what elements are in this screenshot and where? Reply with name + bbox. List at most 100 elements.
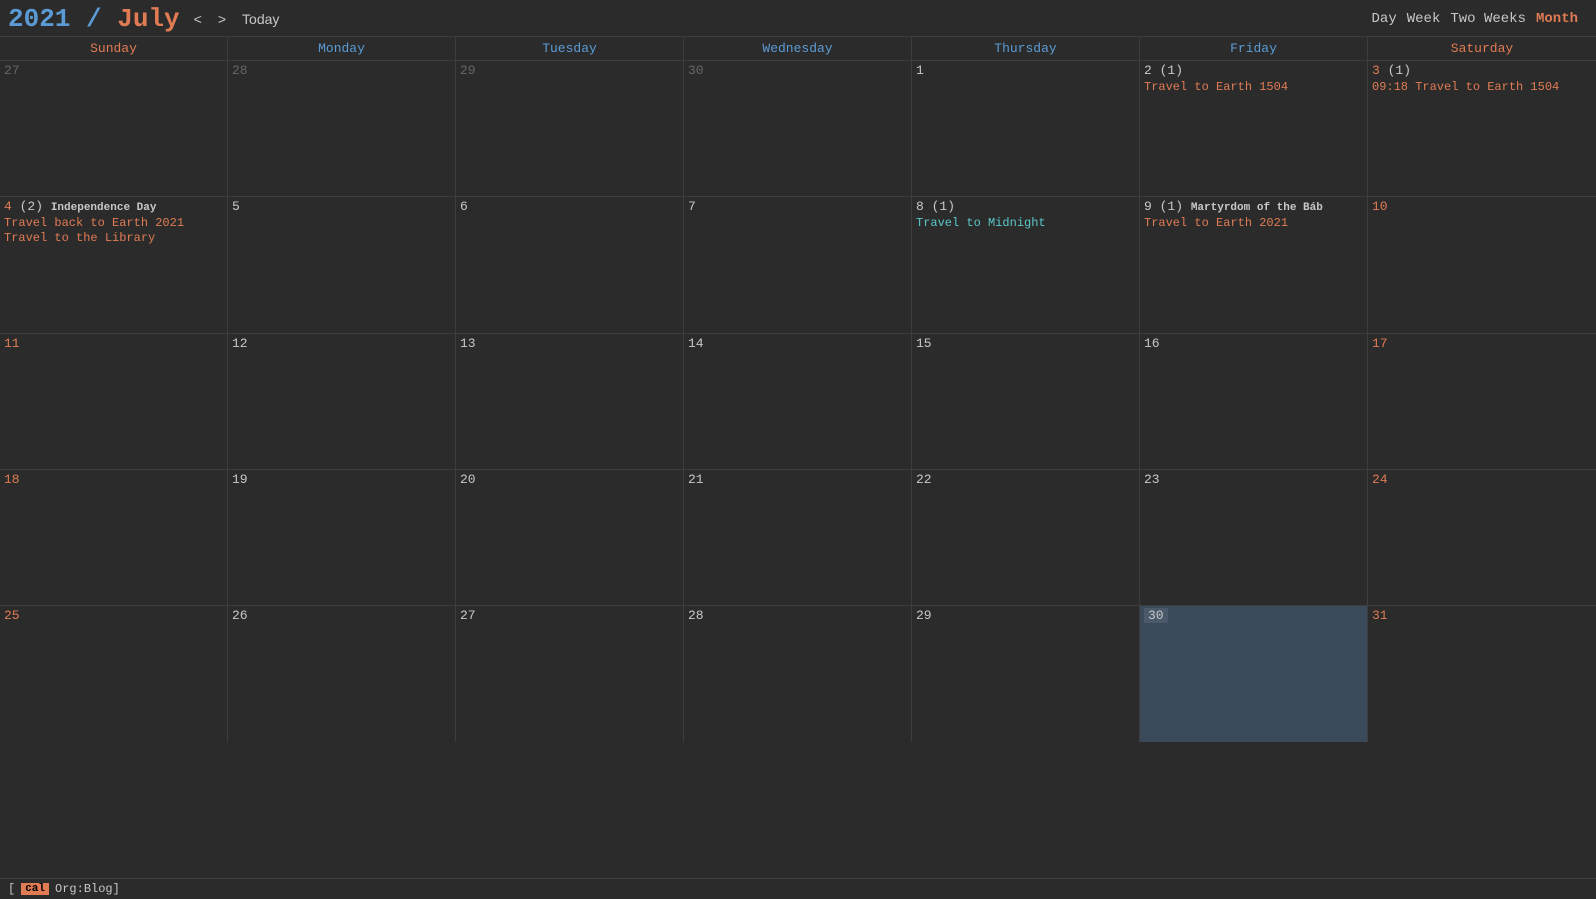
date-label: 8 (1): [916, 199, 1135, 214]
date-label: 17: [1372, 336, 1592, 351]
cell-jul-16[interactable]: 16: [1140, 334, 1368, 469]
cell-jul-6[interactable]: 6: [456, 197, 684, 332]
cell-jul-7[interactable]: 7: [684, 197, 912, 332]
header-saturday: Saturday: [1368, 37, 1596, 60]
cell-jul-13[interactable]: 13: [456, 334, 684, 469]
cell-jun-29[interactable]: 29: [456, 61, 684, 196]
header-tuesday: Tuesday: [456, 37, 684, 60]
date-label: 10: [1372, 199, 1592, 214]
date-label: 21: [688, 472, 907, 487]
calendar-grid: 27 28 29 30 1 2 (1) Travel to Earth 1504…: [0, 60, 1596, 878]
cell-jul-10[interactable]: 10: [1368, 197, 1596, 332]
week-2: 4 (2) Independence Day Travel back to Ea…: [0, 196, 1596, 332]
header-monday: Monday: [228, 37, 456, 60]
date-label: 30: [1144, 608, 1168, 623]
date-label: 11: [4, 336, 223, 351]
footer-tag: cal: [21, 883, 49, 895]
cell-jul-2[interactable]: 2 (1) Travel to Earth 1504: [1140, 61, 1368, 196]
prev-button[interactable]: <: [190, 11, 206, 27]
month-label: July: [117, 4, 179, 34]
date-label: 2 (1): [1144, 63, 1363, 78]
footer-bracket-open: [: [8, 882, 15, 896]
cell-jul-28[interactable]: 28: [684, 606, 912, 741]
cell-jul-29[interactable]: 29: [912, 606, 1140, 741]
date-label: 1: [916, 63, 1135, 78]
date-label: 9 (1) Martyrdom of the Báb: [1144, 199, 1363, 214]
view-week[interactable]: Week: [1407, 11, 1441, 27]
date-label: 29: [460, 63, 679, 78]
header-thursday: Thursday: [912, 37, 1140, 60]
date-label: 30: [688, 63, 907, 78]
cell-jul-3[interactable]: 3 (1) 09:18 Travel to Earth 1504: [1368, 61, 1596, 196]
cell-jul-12[interactable]: 12: [228, 334, 456, 469]
date-label: 5: [232, 199, 451, 214]
header: 2021 / July < > Today Day Week Two Weeks…: [0, 0, 1596, 36]
next-button[interactable]: >: [214, 11, 230, 27]
view-month[interactable]: Month: [1536, 11, 1578, 27]
date-label: 7: [688, 199, 907, 214]
footer: [ cal Org:Blog]: [0, 878, 1596, 899]
cell-jul-15[interactable]: 15: [912, 334, 1140, 469]
view-day[interactable]: Day: [1372, 11, 1397, 27]
event-travel-back-earth-2021[interactable]: Travel back to Earth 2021: [4, 216, 223, 230]
cell-jul-31[interactable]: 31: [1368, 606, 1596, 741]
cell-jun-27[interactable]: 27: [0, 61, 228, 196]
today-button[interactable]: Today: [238, 11, 283, 27]
cell-jul-26[interactable]: 26: [228, 606, 456, 741]
view-switcher: Day Week Two Weeks Month: [1372, 11, 1588, 27]
cell-jul-23[interactable]: 23: [1140, 470, 1368, 605]
date-label: 13: [460, 336, 679, 351]
cell-jul-17[interactable]: 17: [1368, 334, 1596, 469]
date-label: 28: [688, 608, 907, 623]
header-friday: Friday: [1140, 37, 1368, 60]
navigation: < > Today: [190, 11, 284, 27]
week-5: 25 26 27 28 29 30 31: [0, 605, 1596, 741]
cell-jun-28[interactable]: 28: [228, 61, 456, 196]
cell-jul-8[interactable]: 8 (1) Travel to Midnight: [912, 197, 1140, 332]
date-label: 23: [1144, 472, 1363, 487]
footer-label: Org:Blog]: [55, 882, 120, 896]
date-label: 27: [4, 63, 223, 78]
cell-jul-4[interactable]: 4 (2) Independence Day Travel back to Ea…: [0, 197, 228, 332]
date-label: 25: [4, 608, 223, 623]
cell-jul-30[interactable]: 30: [1140, 606, 1368, 741]
cell-jul-24[interactable]: 24: [1368, 470, 1596, 605]
event-travel-library[interactable]: Travel to the Library: [4, 231, 223, 245]
cell-jul-27[interactable]: 27: [456, 606, 684, 741]
date-label: 14: [688, 336, 907, 351]
event-travel-earth-2021[interactable]: Travel to Earth 2021: [1144, 216, 1363, 230]
header-sunday: Sunday: [0, 37, 228, 60]
cell-jun-30[interactable]: 30: [684, 61, 912, 196]
cell-jul-25[interactable]: 25: [0, 606, 228, 741]
cell-jul-19[interactable]: 19: [228, 470, 456, 605]
date-label: 6: [460, 199, 679, 214]
event-travel-earth-1504-sat[interactable]: 09:18 Travel to Earth 1504: [1372, 80, 1592, 94]
week-1: 27 28 29 30 1 2 (1) Travel to Earth 1504…: [0, 60, 1596, 196]
cell-jul-11[interactable]: 11: [0, 334, 228, 469]
event-travel-earth-1504-fri[interactable]: Travel to Earth 1504: [1144, 80, 1363, 94]
day-headers: Sunday Monday Tuesday Wednesday Thursday…: [0, 36, 1596, 60]
cell-jul-9[interactable]: 9 (1) Martyrdom of the Báb Travel to Ear…: [1140, 197, 1368, 332]
cell-jul-1[interactable]: 1: [912, 61, 1140, 196]
date-label: 27: [460, 608, 679, 623]
cell-jul-18[interactable]: 18: [0, 470, 228, 605]
calendar-container: Sunday Monday Tuesday Wednesday Thursday…: [0, 36, 1596, 878]
date-label: 24: [1372, 472, 1592, 487]
date-label: 19: [232, 472, 451, 487]
cell-jul-5[interactable]: 5: [228, 197, 456, 332]
year-label: 2021: [8, 4, 70, 34]
date-label: 31: [1372, 608, 1592, 623]
cell-jul-14[interactable]: 14: [684, 334, 912, 469]
cell-jul-22[interactable]: 22: [912, 470, 1140, 605]
cell-jul-21[interactable]: 21: [684, 470, 912, 605]
date-label: 3 (1): [1372, 63, 1592, 78]
date-label: 20: [460, 472, 679, 487]
event-travel-midnight[interactable]: Travel to Midnight: [916, 216, 1135, 230]
date-label: 15: [916, 336, 1135, 351]
week-4: 18 19 20 21 22 23 24: [0, 469, 1596, 605]
date-label: 26: [232, 608, 451, 623]
date-label: 29: [916, 608, 1135, 623]
view-two-weeks[interactable]: Two Weeks: [1450, 11, 1526, 27]
cell-jul-20[interactable]: 20: [456, 470, 684, 605]
date-label: 22: [916, 472, 1135, 487]
